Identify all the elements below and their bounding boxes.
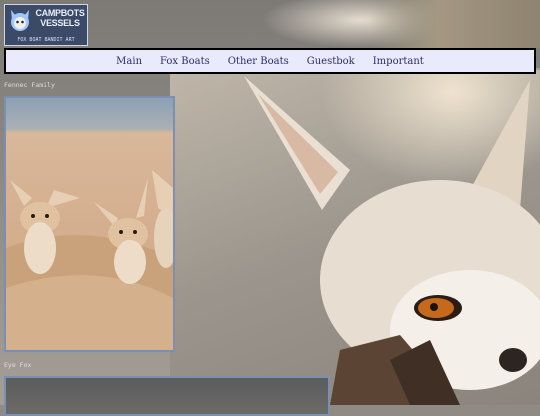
- fennec-fox-background-illustration: [244, 76, 540, 405]
- nav-link-important[interactable]: Important: [373, 56, 424, 67]
- logo-title: CAMPBOTS VESSELS: [35, 8, 85, 28]
- nav-link-fox-boats[interactable]: Fox Boats: [160, 56, 210, 67]
- nav-link-main[interactable]: Main: [116, 56, 142, 67]
- logo-tagline: FOX BOAT BANDIT ART: [17, 37, 75, 43]
- nav-link-guestbook[interactable]: Guestbok: [307, 56, 355, 67]
- main-navigation: Main Fox Boats Other Boats Guestbok Impo…: [4, 48, 536, 74]
- fennec-family-image[interactable]: [4, 96, 175, 352]
- mascot-avatar-icon: [11, 10, 29, 31]
- background-bush: [370, 0, 540, 48]
- eye-fox-image[interactable]: [4, 376, 330, 416]
- gallery-caption-fennec-family: Fennec Family: [4, 81, 55, 89]
- gallery-caption-eye-fox: Eye Fox: [4, 361, 32, 369]
- fennec-family-illustration: [6, 170, 173, 350]
- site-logo[interactable]: CAMPBOTS VESSELS FOX BOAT BANDIT ART: [4, 4, 88, 46]
- nav-link-other-boats[interactable]: Other Boats: [228, 56, 289, 67]
